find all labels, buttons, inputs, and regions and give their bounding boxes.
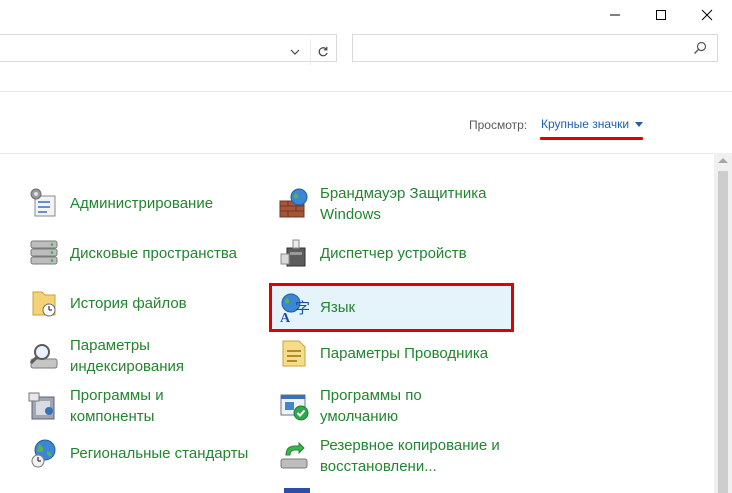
- item-region[interactable]: Региональные стандарты: [26, 435, 248, 471]
- minimize-button[interactable]: [592, 0, 638, 30]
- item-label: Резервное копирование и восстановлени...: [320, 437, 500, 475]
- address-dropdown-button[interactable]: [284, 39, 306, 65]
- file-history-icon: [26, 285, 62, 321]
- item-label: Программы и компоненты: [70, 387, 164, 425]
- explorer-options-icon: [276, 335, 312, 371]
- item-label: Параметры индексирования: [70, 337, 184, 375]
- item-label: Администрирование: [70, 194, 214, 212]
- chevron-down-icon: [290, 49, 300, 55]
- item-label: Программы по умолчанию: [320, 387, 422, 425]
- search-icon: [694, 41, 707, 54]
- item-label: Региональные стандарты: [70, 444, 249, 462]
- address-bar[interactable]: [0, 34, 337, 65]
- minimize-icon: [610, 14, 620, 16]
- close-button[interactable]: [684, 0, 730, 30]
- title-bar: [0, 0, 732, 30]
- device-manager-icon: [276, 235, 312, 271]
- item-label: Диспетчер устройств: [320, 244, 467, 262]
- view-label: Просмотр:: [469, 118, 528, 132]
- item-label: История файлов: [70, 294, 187, 312]
- programs-features-icon: [26, 388, 62, 424]
- partial-item-icon: [284, 488, 310, 493]
- search-input[interactable]: [352, 34, 718, 62]
- indexing-icon: [26, 338, 62, 374]
- view-mode-value: Крупные значки: [541, 117, 630, 131]
- maximize-icon: [656, 10, 666, 20]
- content-divider: [0, 153, 714, 154]
- dropdown-arrow-icon: [635, 121, 644, 127]
- scroll-up-arrow-icon[interactable]: [718, 158, 728, 163]
- item-backup-restore[interactable]: Резервное копирование и восстановлени...: [276, 435, 520, 477]
- item-device-manager[interactable]: Диспетчер устройств: [276, 235, 467, 271]
- default-programs-icon: [276, 388, 312, 424]
- maximize-button[interactable]: [638, 0, 684, 30]
- vertical-scrollbar[interactable]: [714, 153, 732, 493]
- storage-spaces-icon: [26, 235, 62, 271]
- item-file-history[interactable]: История файлов: [26, 285, 187, 321]
- item-default-programs[interactable]: Программы по умолчанию: [276, 385, 450, 427]
- annotation-highlight-box: [269, 283, 514, 332]
- firewall-icon: [276, 186, 312, 222]
- item-storage-spaces[interactable]: Дисковые пространства: [26, 235, 237, 271]
- close-icon: [701, 9, 713, 21]
- item-label: Брандмауэр Защитника Windows: [320, 185, 487, 223]
- scroll-thumb[interactable]: [718, 171, 728, 493]
- refresh-button[interactable]: [310, 39, 335, 65]
- header-divider: [0, 91, 732, 92]
- item-administration[interactable]: Администрирование: [26, 185, 213, 221]
- view-mode-dropdown[interactable]: Крупные значки: [541, 117, 644, 131]
- region-icon: [26, 435, 62, 471]
- item-programs-features[interactable]: Программы и компоненты: [26, 385, 190, 427]
- item-firewall[interactable]: Брандмауэр Защитника Windows: [276, 183, 500, 225]
- item-label: Параметры Проводника: [320, 344, 489, 362]
- item-explorer-options[interactable]: Параметры Проводника: [276, 335, 488, 371]
- annotation-underline: [540, 137, 643, 140]
- admin-tools-icon: [26, 185, 62, 221]
- backup-restore-icon: [276, 438, 312, 474]
- item-label: Дисковые пространства: [70, 244, 238, 262]
- refresh-icon: [318, 46, 328, 57]
- item-indexing-options[interactable]: Параметры индексирования: [26, 335, 210, 377]
